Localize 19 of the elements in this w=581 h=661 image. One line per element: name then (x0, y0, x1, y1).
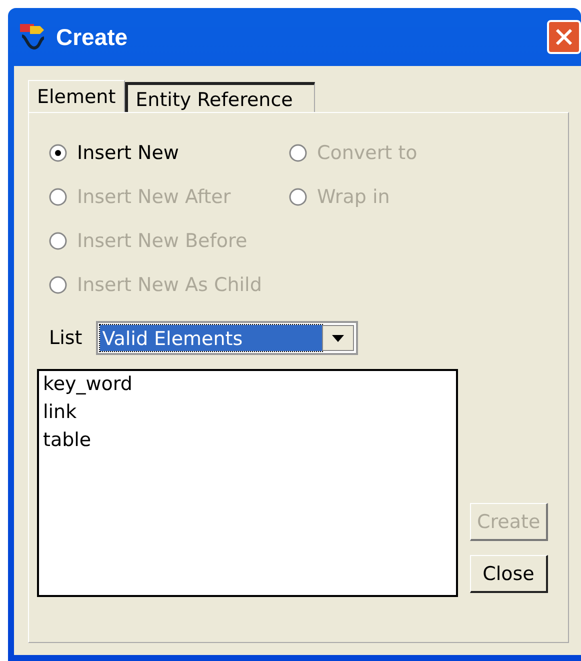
caret-icon (332, 334, 344, 342)
option-label: Convert to (317, 142, 418, 164)
tab[interactable]: Entity Reference (124, 82, 315, 112)
list-item[interactable]: link (43, 401, 77, 423)
window-title: Create (56, 24, 128, 50)
radio-button[interactable] (49, 144, 67, 162)
list-item[interactable]: table (43, 429, 92, 451)
option-label: Insert New As Child (77, 274, 262, 296)
list-label: List (49, 327, 82, 349)
dialog-button[interactable]: Close (470, 555, 548, 593)
list-dropdown[interactable]: Valid Elements (96, 321, 358, 355)
option-label: Insert New Before (77, 230, 248, 252)
option-label: Insert New After (77, 186, 231, 208)
list-item[interactable]: key_word (43, 373, 132, 395)
tab[interactable]: Element (28, 80, 125, 112)
option-label: Wrap in (317, 186, 390, 208)
close-icon (554, 27, 574, 47)
close-button[interactable] (547, 20, 581, 54)
option-label: Insert New (77, 142, 179, 164)
